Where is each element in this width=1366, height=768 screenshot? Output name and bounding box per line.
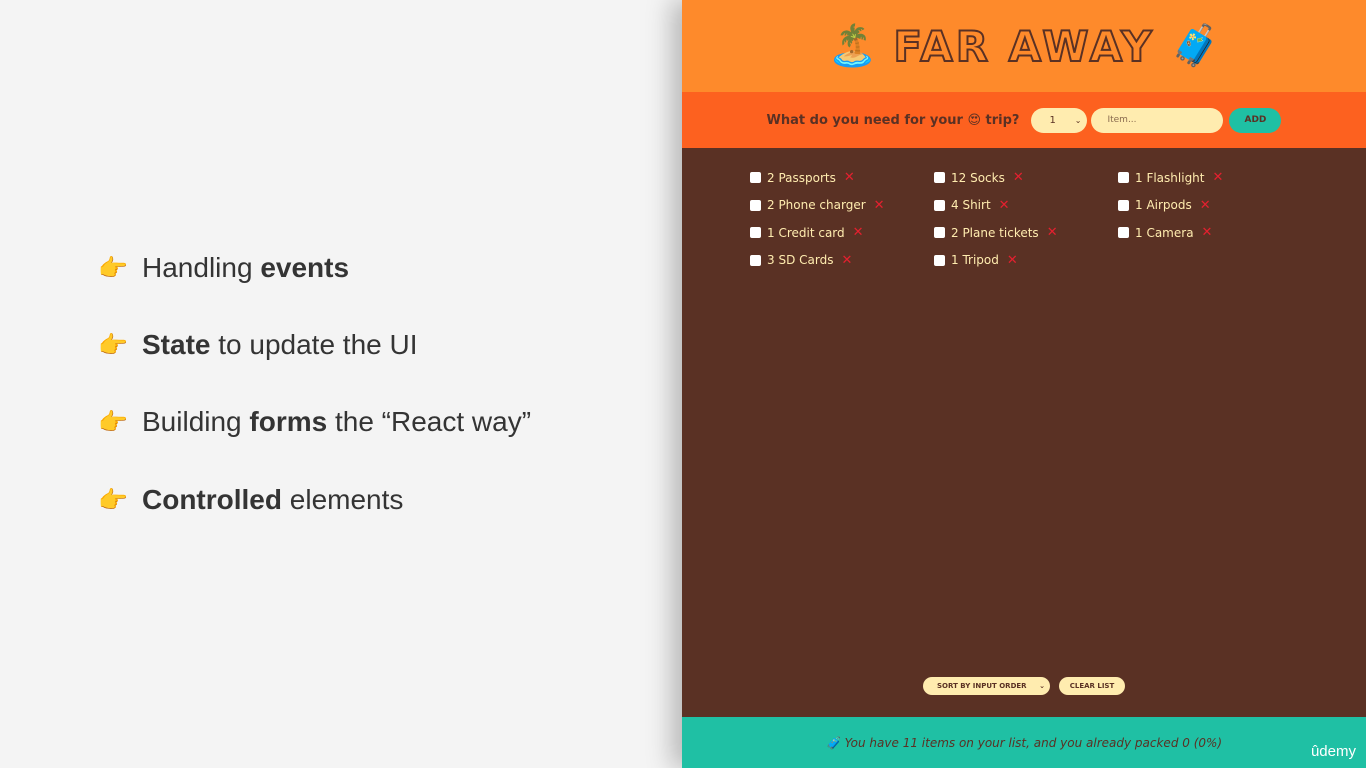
pointing-hand-icon: 👉	[98, 331, 128, 359]
item-label: 3 SD Cards	[767, 253, 834, 268]
item-label: 1 Camera	[1135, 225, 1194, 240]
list-item: 1 Credit card ✕	[750, 223, 934, 243]
app-title: FAR AWAY	[892, 21, 1155, 72]
packed-checkbox[interactable]	[1118, 227, 1129, 239]
item-label: 2 Phone charger	[767, 198, 866, 213]
pointing-hand-icon: 👉	[98, 486, 128, 514]
list-item: 2 Passports ✕	[750, 168, 934, 188]
add-item-form: What do you need for your 😍 trip? 1 ⌄ It…	[682, 92, 1366, 148]
item-label: 2 Plane tickets	[951, 225, 1039, 240]
list-item: 2 Plane tickets ✕	[934, 223, 1118, 243]
packed-checkbox[interactable]	[750, 172, 761, 184]
list-item: 1 Camera ✕	[1118, 223, 1302, 243]
item-label: 1 Credit card	[767, 225, 845, 240]
list-item: 3 SD Cards ✕	[750, 251, 934, 271]
bullet-controlled: 👉 Controlled elements	[98, 484, 403, 516]
far-away-app: 🏝️ FAR AWAY 🧳 What do you need for your …	[682, 0, 1366, 768]
item-label: 1 Tripod	[951, 253, 999, 268]
bullet-bold: events	[260, 252, 350, 283]
delete-icon[interactable]: ✕	[999, 199, 1010, 212]
list-item: 4 Shirt ✕	[934, 196, 1118, 216]
quantity-value: 1	[1049, 114, 1056, 126]
delete-icon[interactable]: ✕	[1200, 199, 1211, 212]
list-item: 1 Flashlight ✕	[1118, 168, 1302, 188]
delete-icon[interactable]: ✕	[844, 171, 855, 184]
luggage-icon: 🧳	[1170, 23, 1221, 69]
item-label: 1 Airpods	[1135, 198, 1192, 213]
delete-icon[interactable]: ✕	[1007, 254, 1018, 267]
bullet-bold: forms	[249, 406, 328, 437]
pointing-hand-icon: 👉	[98, 408, 128, 436]
item-label: 1 Flashlight	[1135, 170, 1205, 185]
packed-checkbox[interactable]	[750, 254, 761, 266]
palm-island-icon: 🏝️	[827, 23, 878, 69]
bullet-handling-events: 👉 Handling events	[98, 252, 349, 284]
bullet-state: 👉 State to update the UI	[98, 329, 418, 361]
item-label: 12 Socks	[951, 170, 1005, 185]
bullet-forms: 👉 Building forms the “React way”	[98, 406, 531, 438]
list-item: 12 Socks ✕	[934, 168, 1118, 188]
form-question: What do you need for your 😍 trip?	[766, 112, 1020, 128]
sort-value: SORT BY INPUT ORDER	[937, 682, 1027, 690]
chevron-down-icon: ⌄	[1039, 682, 1045, 690]
list-item: 1 Tripod ✕	[934, 251, 1118, 271]
list-item: 2 Phone charger ✕	[750, 196, 934, 216]
udemy-watermark: ûdemy	[1310, 743, 1356, 760]
slide-left-panel: 👉 Handling events 👉 State to update the …	[0, 0, 682, 768]
stats-text: 🧳 You have 11 items on your list, and yo…	[825, 735, 1223, 750]
bullet-pre: Building	[142, 406, 250, 437]
packed-checkbox[interactable]	[934, 227, 945, 239]
list-actions: SORT BY INPUT ORDER ⌄ CLEAR LIST	[682, 677, 1366, 695]
packed-checkbox[interactable]	[1118, 172, 1129, 184]
delete-icon[interactable]: ✕	[1202, 226, 1213, 239]
bullet-bold: Controlled	[142, 484, 282, 515]
bullet-post: the “React way”	[327, 406, 532, 437]
packed-checkbox[interactable]	[1118, 199, 1129, 211]
add-button[interactable]: ADD	[1229, 107, 1282, 133]
bullet-pre: Handling	[142, 252, 261, 283]
sort-select[interactable]: SORT BY INPUT ORDER ⌄	[923, 677, 1050, 695]
delete-icon[interactable]: ✕	[841, 254, 852, 267]
item-label: 4 Shirt	[951, 198, 991, 213]
packed-checkbox[interactable]	[750, 227, 761, 239]
bullet-post: elements	[282, 484, 404, 515]
packing-list: 2 Passports ✕ 12 Socks ✕ 1 Flashlight ✕ 2 P…	[750, 168, 1302, 270]
packed-checkbox[interactable]	[934, 254, 945, 266]
delete-icon[interactable]: ✕	[1013, 171, 1024, 184]
item-input[interactable]: Item...	[1091, 107, 1224, 133]
packed-checkbox[interactable]	[750, 199, 761, 211]
list-item: 1 Airpods ✕	[1118, 196, 1302, 216]
packed-checkbox[interactable]	[934, 199, 945, 211]
bullet-post: to update the UI	[210, 329, 418, 360]
app-header: 🏝️ FAR AWAY 🧳	[682, 0, 1366, 92]
delete-icon[interactable]: ✕	[1047, 226, 1058, 239]
pointing-hand-icon: 👉	[98, 254, 128, 282]
item-label: 2 Passports	[767, 170, 836, 185]
delete-icon[interactable]: ✕	[853, 226, 864, 239]
quantity-select[interactable]: 1 ⌄	[1031, 107, 1088, 133]
bullet-bold: State	[142, 329, 211, 360]
stats-footer: 🧳 You have 11 items on your list, and yo…	[682, 717, 1366, 768]
chevron-down-icon: ⌄	[1074, 115, 1082, 125]
packed-checkbox[interactable]	[934, 172, 945, 184]
clear-list-button[interactable]: CLEAR LIST	[1059, 677, 1125, 695]
delete-icon[interactable]: ✕	[874, 199, 885, 212]
delete-icon[interactable]: ✕	[1213, 171, 1224, 184]
